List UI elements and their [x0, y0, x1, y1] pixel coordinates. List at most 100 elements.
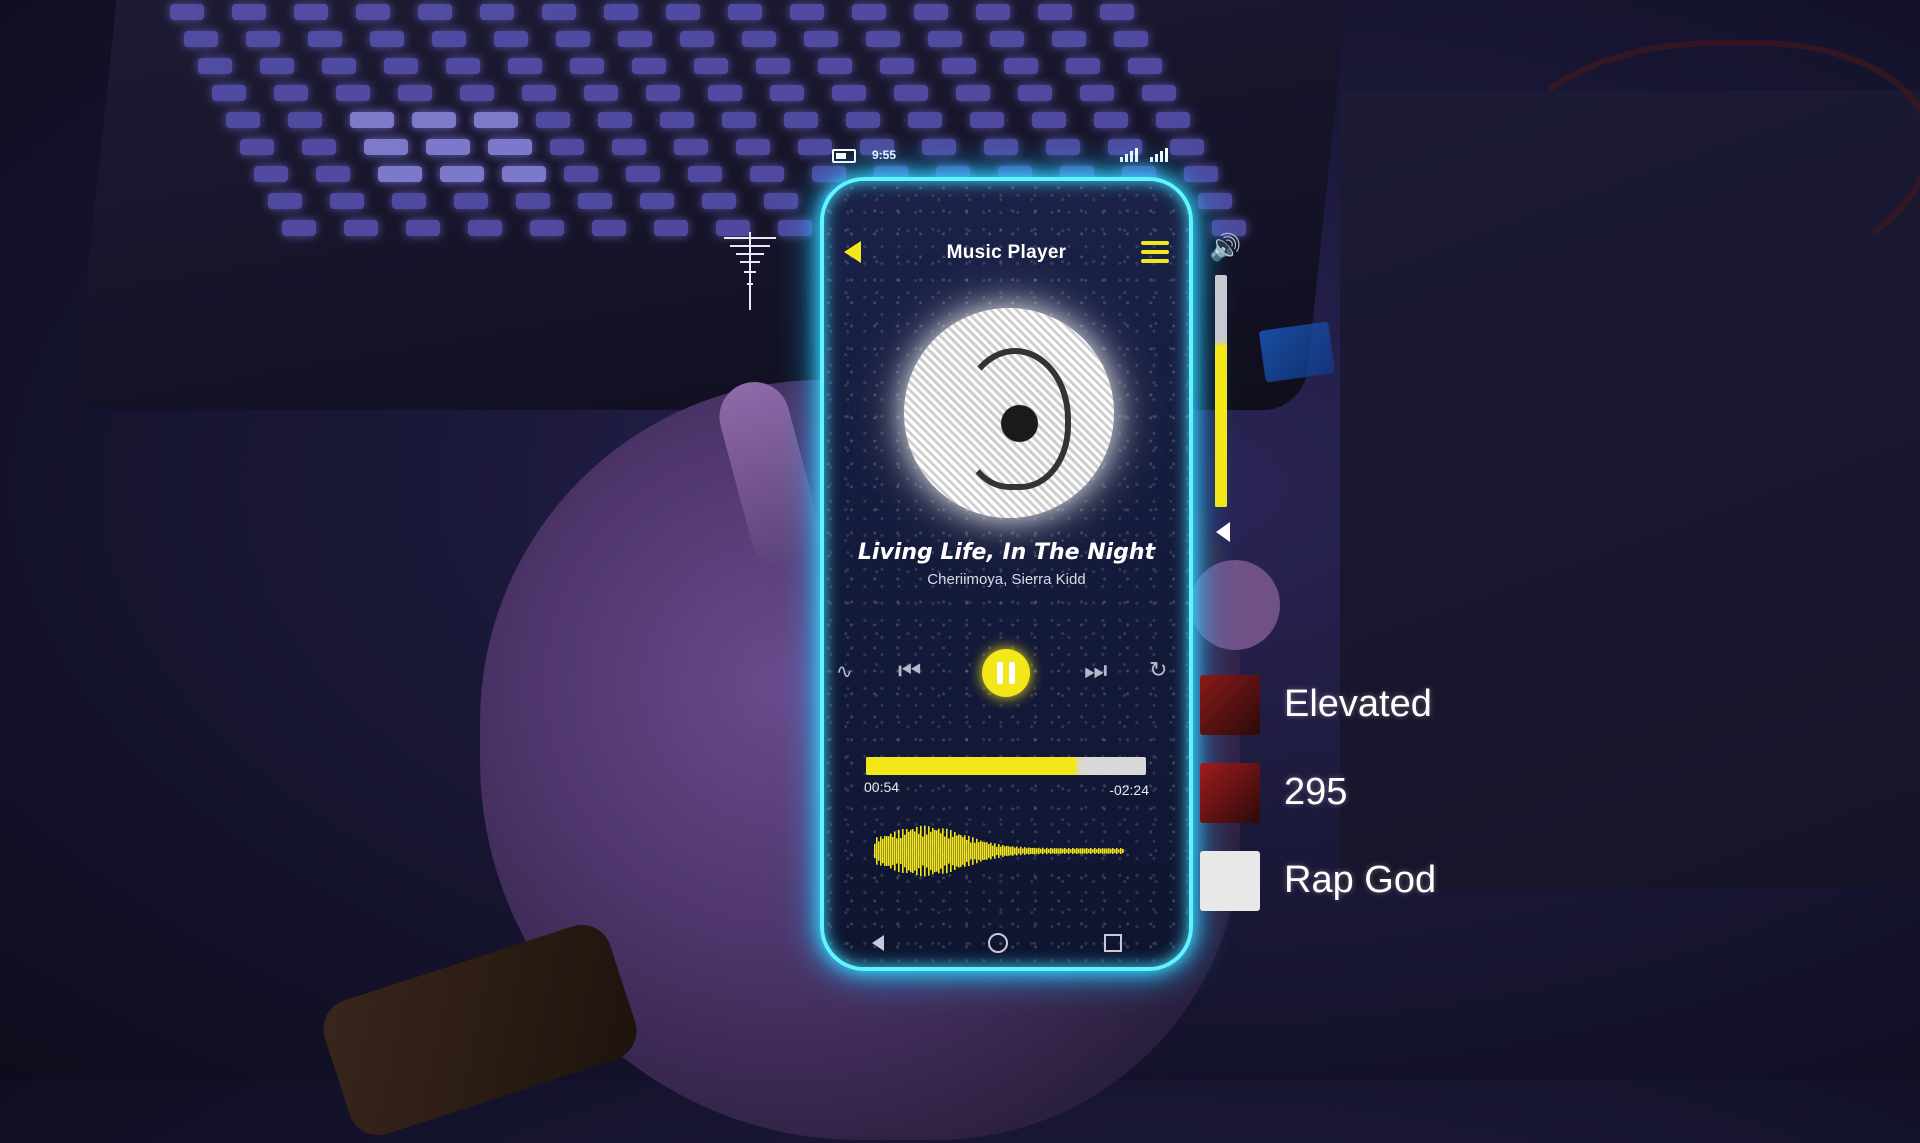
keyboard-key [1100, 4, 1134, 20]
keyboard-key [970, 112, 1004, 128]
progress-fill [866, 757, 1076, 775]
keyboard-key [688, 166, 722, 182]
keyboard-key [846, 112, 880, 128]
keyboard-key [502, 166, 546, 182]
keyboard-key [894, 85, 928, 101]
keyboard-key [908, 112, 942, 128]
nav-recents-icon[interactable] [1104, 934, 1122, 952]
keyboard-key [468, 220, 502, 236]
keyboard-key [384, 58, 418, 74]
nav-home-icon[interactable] [988, 933, 1008, 953]
shuffle-icon[interactable]: ∿ [836, 659, 853, 684]
status-bar: 9:55 [832, 146, 1172, 166]
keyboard-key [1038, 4, 1072, 20]
keyboard-key [212, 85, 246, 101]
fingertip [1190, 560, 1280, 650]
keyboard-key [742, 31, 776, 47]
keyboard-key [736, 139, 770, 155]
keyboard-key [1114, 31, 1148, 47]
progress-bar[interactable] [866, 757, 1146, 775]
volume-high-icon[interactable]: 🔊 [1209, 232, 1241, 263]
playlist-item[interactable]: 295 [1200, 761, 1660, 849]
keyboard-key [1094, 112, 1128, 128]
keyboard-key [1052, 31, 1086, 47]
keyboard-key [818, 58, 852, 74]
keyboard-key [198, 58, 232, 74]
keyboard-key [666, 4, 700, 20]
android-nav-bar [824, 929, 1189, 957]
keyboard-key [330, 193, 364, 209]
wristwatch [315, 917, 645, 1143]
keyboard-key [294, 4, 328, 20]
playback-controls: ∿ ⏮ ⏭ ↻ [824, 641, 1189, 701]
keyboard-key [530, 220, 564, 236]
keyboard-key [728, 4, 762, 20]
soundwave-decoration [724, 232, 776, 310]
keyboard-key [598, 112, 632, 128]
playlist-item-label: Elevated [1284, 683, 1432, 725]
keyboard-key [778, 220, 812, 236]
keyboard-key [1170, 139, 1204, 155]
keyboard-key [508, 58, 542, 74]
keyboard-key [1080, 85, 1114, 101]
keyboard-key [446, 58, 480, 74]
playlist: Elevated 295 Rap God [1200, 673, 1660, 937]
keyboard-key [550, 139, 584, 155]
skip-next-icon[interactable]: ⏭ [1084, 655, 1107, 687]
keyboard-key [812, 166, 846, 182]
keyboard-key [914, 4, 948, 20]
keyboard-key [702, 193, 736, 209]
volume-low-icon[interactable] [1216, 522, 1230, 542]
cpu-sticker [1258, 321, 1336, 383]
keyboard-key [612, 139, 646, 155]
keyboard-key [764, 193, 798, 209]
keyboard-key [378, 166, 422, 182]
keyboard-key [226, 112, 260, 128]
keyboard-key [356, 4, 390, 20]
volume-slider[interactable] [1215, 275, 1227, 507]
keyboard-key [674, 139, 708, 155]
keyboard-key [592, 220, 626, 236]
keyboard-key [1004, 58, 1038, 74]
keyboard-key [350, 112, 394, 128]
keyboard-key [556, 31, 590, 47]
keyboard-key [426, 139, 470, 155]
keyboard-key [170, 4, 204, 20]
keyboard-key [440, 166, 484, 182]
keyboard-key [928, 31, 962, 47]
keyboard-key [308, 31, 342, 47]
pause-button[interactable] [982, 649, 1030, 697]
status-time: 9:55 [872, 148, 897, 162]
keyboard-key [406, 220, 440, 236]
song-artist: Cheriimoya, Sierra Kidd [927, 571, 1086, 588]
keyboard-key [784, 112, 818, 128]
keyboard-key [1184, 166, 1218, 182]
hamburger-menu-icon[interactable] [1141, 241, 1169, 265]
keyboard-key [398, 85, 432, 101]
playlist-thumbnail [1200, 851, 1260, 911]
playlist-thumbnail [1200, 763, 1260, 823]
nav-back-icon[interactable] [872, 935, 884, 951]
repeat-icon[interactable]: ↻ [1149, 657, 1167, 683]
keyboard-key [956, 85, 990, 101]
keyboard-key [480, 4, 514, 20]
keyboard-key [1142, 85, 1176, 101]
elapsed-time: 00:54 [864, 779, 900, 795]
audio-waveform [874, 825, 1124, 877]
keyboard-key [660, 112, 694, 128]
playlist-item-label: Rap God [1284, 859, 1437, 901]
keyboard-key [516, 193, 550, 209]
keyboard-key [604, 4, 638, 20]
keyboard-key [646, 85, 680, 101]
signal-icon [1150, 146, 1168, 162]
keyboard-key [370, 31, 404, 47]
playlist-item[interactable]: Elevated [1200, 673, 1660, 761]
playlist-item[interactable]: Rap God [1200, 849, 1660, 937]
keyboard-key [460, 85, 494, 101]
playlist-thumbnail [1200, 675, 1260, 735]
playlist-item-label: 295 [1284, 771, 1348, 813]
keyboard-key [364, 139, 408, 155]
keyboard-key [708, 85, 742, 101]
skip-previous-icon[interactable]: ⏮ [898, 655, 921, 687]
keyboard-key [184, 31, 218, 47]
